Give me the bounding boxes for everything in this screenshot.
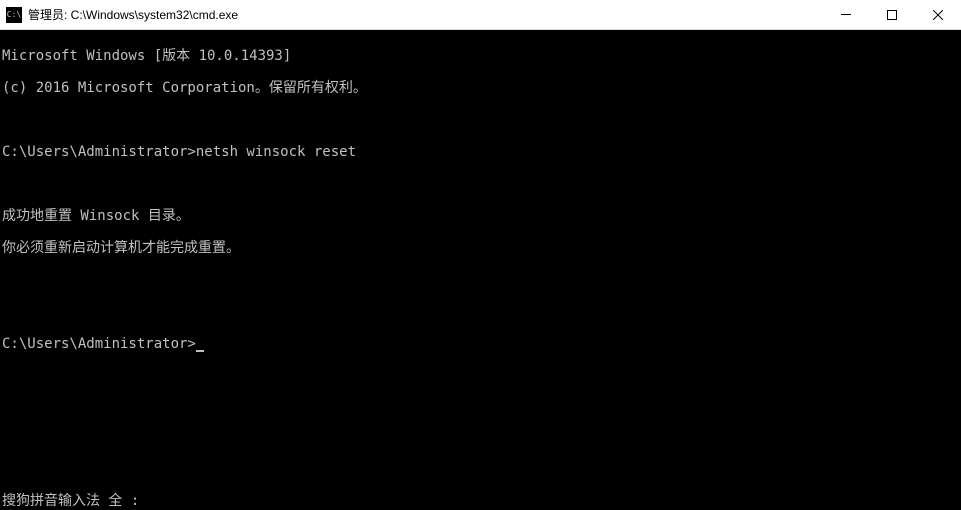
terminal-output[interactable]: Microsoft Windows [版本 10.0.14393] (c) 20… — [0, 30, 961, 510]
terminal-line — [2, 112, 961, 128]
cmd-icon: C:\ — [6, 7, 22, 23]
terminal-line: Microsoft Windows [版本 10.0.14393] — [2, 48, 961, 64]
terminal-line: (c) 2016 Microsoft Corporation。保留所有权利。 — [2, 80, 961, 96]
window-controls — [823, 0, 961, 29]
minimize-icon — [841, 14, 851, 15]
minimize-button[interactable] — [823, 0, 869, 29]
window-title: 管理员: C:\Windows\system32\cmd.exe — [28, 6, 823, 23]
terminal-line — [2, 304, 961, 320]
terminal-cursor — [196, 350, 204, 352]
window-titlebar: C:\ 管理员: C:\Windows\system32\cmd.exe — [0, 0, 961, 30]
cmd-icon-label: C:\ — [7, 10, 21, 19]
terminal-prompt-line: C:\Users\Administrator> — [2, 336, 961, 352]
terminal-line: 你必须重新启动计算机才能完成重置。 — [2, 240, 961, 256]
terminal-line: 成功地重置 Winsock 目录。 — [2, 208, 961, 224]
terminal-line: C:\Users\Administrator>netsh winsock res… — [2, 144, 961, 160]
close-button[interactable] — [915, 0, 961, 29]
maximize-icon — [887, 10, 897, 20]
ime-status: 搜狗拼音输入法 全 : — [0, 490, 139, 510]
terminal-line — [2, 176, 961, 192]
maximize-button[interactable] — [869, 0, 915, 29]
terminal-prompt: C:\Users\Administrator> — [2, 336, 196, 352]
terminal-line — [2, 272, 961, 288]
close-icon — [933, 10, 943, 20]
